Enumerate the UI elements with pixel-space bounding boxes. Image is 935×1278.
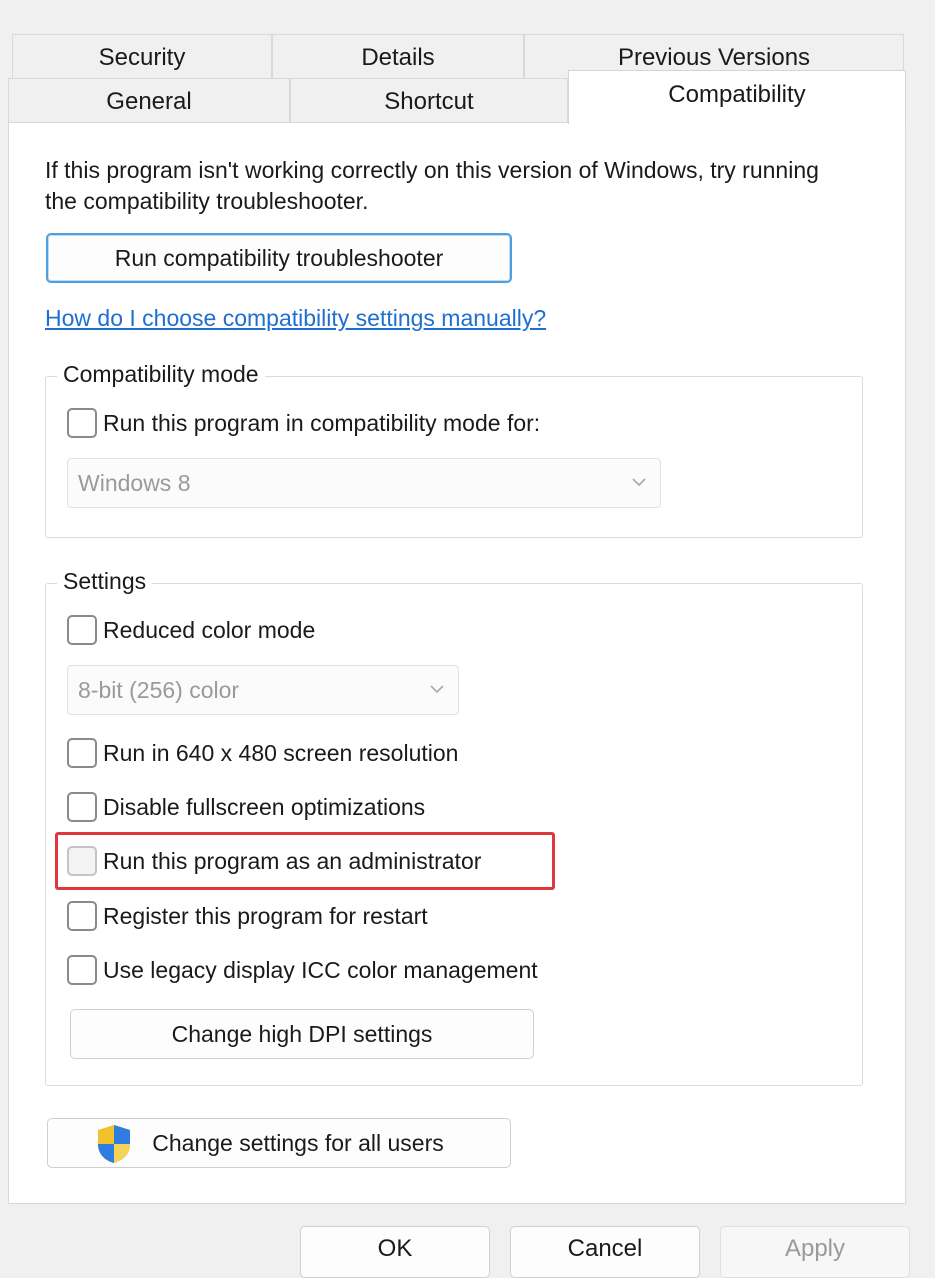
register-restart-row[interactable]: Register this program for restart xyxy=(67,901,428,931)
disable-fullscreen-row[interactable]: Disable fullscreen optimizations xyxy=(67,792,425,822)
legacy-icc-checkbox[interactable] xyxy=(67,955,97,985)
reduced-color-checkbox[interactable] xyxy=(67,615,97,645)
apply-button[interactable]: Apply xyxy=(720,1226,910,1278)
settings-legend: Settings xyxy=(57,568,153,595)
res-640-label: Run in 640 x 480 screen resolution xyxy=(103,739,459,766)
legacy-icc-label: Use legacy display ICC color management xyxy=(103,956,538,983)
tab-label: Details xyxy=(361,43,435,71)
tab-label: Shortcut xyxy=(384,87,474,115)
change-settings-all-users-button[interactable]: Change settings for all users xyxy=(47,1118,511,1168)
button-label: OK xyxy=(377,1235,413,1262)
os-version-select[interactable]: Windows 8 xyxy=(67,458,661,508)
uac-shield-icon xyxy=(98,1125,130,1163)
button-label: Cancel xyxy=(567,1235,643,1262)
register-restart-checkbox[interactable] xyxy=(67,901,97,931)
run-as-admin-row[interactable]: Run this program as an administrator xyxy=(67,846,481,876)
intro-text: If this program isn't working correctly … xyxy=(45,157,819,214)
tab-security[interactable]: Security xyxy=(12,34,272,80)
compatibility-mode-legend: Compatibility mode xyxy=(57,361,265,388)
change-high-dpi-button[interactable]: Change high DPI settings xyxy=(70,1009,534,1059)
chevron-down-icon xyxy=(430,685,444,694)
disable-fullscreen-label: Disable fullscreen optimizations xyxy=(103,793,426,820)
compat-mode-checkbox-row[interactable]: Run this program in compatibility mode f… xyxy=(67,408,540,438)
compat-mode-label: Run this program in compatibility mode f… xyxy=(103,409,541,436)
res-640-checkbox[interactable] xyxy=(67,738,97,768)
tab-label: Previous Versions xyxy=(617,43,811,71)
tab-shortcut[interactable]: Shortcut xyxy=(290,78,568,124)
run-troubleshooter-button[interactable]: Run compatibility troubleshooter xyxy=(46,233,512,283)
register-restart-label: Register this program for restart xyxy=(103,902,428,929)
compatibility-panel: If this program isn't working correctly … xyxy=(8,122,906,1204)
tab-label: Security xyxy=(98,43,186,71)
run-as-admin-checkbox[interactable] xyxy=(67,846,97,876)
color-depth-select[interactable]: 8-bit (256) color xyxy=(67,665,459,715)
tab-general[interactable]: General xyxy=(8,78,290,124)
button-label: Apply xyxy=(784,1235,846,1262)
os-version-value: Windows 8 xyxy=(78,469,191,496)
chevron-down-icon xyxy=(632,478,646,487)
compatibility-mode-group xyxy=(45,376,863,538)
res-640-row[interactable]: Run in 640 x 480 screen resolution xyxy=(67,738,458,768)
disable-fullscreen-checkbox[interactable] xyxy=(67,792,97,822)
tab-compatibility[interactable]: Compatibility xyxy=(568,70,906,124)
reduced-color-row[interactable]: Reduced color mode xyxy=(67,615,315,645)
tab-details[interactable]: Details xyxy=(272,34,524,80)
cancel-button[interactable]: Cancel xyxy=(510,1226,700,1278)
tab-label: Compatibility xyxy=(668,81,806,108)
color-depth-value: 8-bit (256) color xyxy=(78,676,240,703)
button-label: Run compatibility troubleshooter xyxy=(114,244,444,271)
button-label: Change settings for all users xyxy=(152,1129,444,1156)
compat-mode-checkbox[interactable] xyxy=(67,408,97,438)
help-link[interactable]: How do I choose compatibility settings m… xyxy=(45,305,546,332)
tab-label: General xyxy=(106,87,192,115)
legacy-icc-row[interactable]: Use legacy display ICC color management xyxy=(67,955,538,985)
run-as-admin-label: Run this program as an administrator xyxy=(103,847,482,874)
ok-button[interactable]: OK xyxy=(300,1226,490,1278)
reduced-color-label: Reduced color mode xyxy=(103,616,316,643)
button-label: Change high DPI settings xyxy=(171,1020,433,1047)
